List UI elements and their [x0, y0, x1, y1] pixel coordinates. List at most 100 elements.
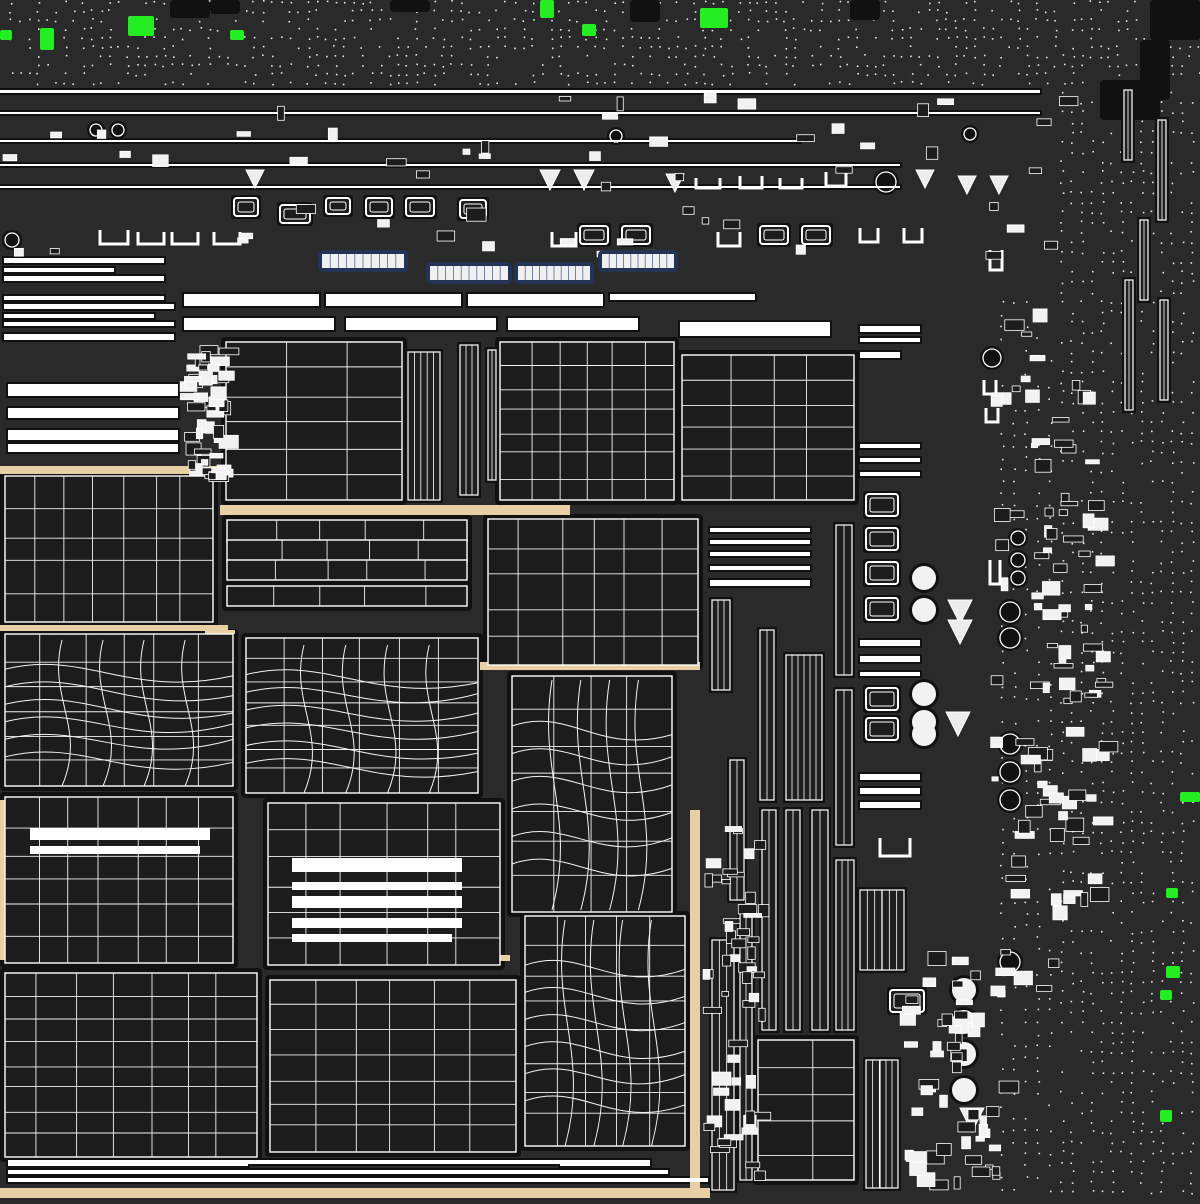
- uv-canvas[interactable]: [0, 0, 1200, 1200]
- uv-small-island[interactable]: [702, 218, 709, 224]
- uv-small-island[interactable]: [1037, 986, 1052, 992]
- uv-small-island[interactable]: [1018, 820, 1030, 833]
- uv-small-island[interactable]: [747, 967, 756, 971]
- uv-island-panel[interactable]: [5, 476, 213, 622]
- uv-strip-island[interactable]: [860, 458, 920, 462]
- uv-vertical-strip[interactable]: [882, 890, 904, 970]
- selected-face[interactable]: [1166, 966, 1180, 978]
- uv-small-island[interactable]: [953, 1062, 962, 1073]
- uv-vertical-strip[interactable]: [712, 600, 730, 690]
- uv-small-island[interactable]: [1032, 593, 1044, 599]
- uv-small-island[interactable]: [910, 1162, 927, 1176]
- uv-small-island[interactable]: [187, 403, 205, 411]
- uv-island-panel[interactable]: [488, 519, 698, 665]
- uv-small-island[interactable]: [296, 204, 315, 213]
- uv-small-island[interactable]: [1030, 355, 1045, 360]
- uv-disk-island[interactable]: [912, 722, 936, 746]
- uv-strip-island[interactable]: [860, 774, 920, 780]
- uv-small-island[interactable]: [947, 1042, 960, 1050]
- uv-small-island[interactable]: [1012, 386, 1020, 392]
- uv-small-island[interactable]: [942, 1014, 953, 1025]
- uv-small-island[interactable]: [996, 968, 1015, 976]
- uv-small-island[interactable]: [1038, 781, 1047, 788]
- uv-small-island[interactable]: [746, 892, 756, 903]
- uv-small-island[interactable]: [1012, 856, 1026, 867]
- uv-small-island[interactable]: [743, 972, 752, 984]
- uv-small-island[interactable]: [328, 128, 337, 140]
- selected-face[interactable]: [40, 28, 54, 50]
- uv-small-island[interactable]: [923, 978, 936, 987]
- uv-small-island[interactable]: [1049, 959, 1059, 968]
- uv-small-island[interactable]: [992, 777, 998, 781]
- uv-strip-island[interactable]: [230, 1160, 560, 1164]
- uv-strip-island[interactable]: [508, 318, 638, 330]
- uv-small-island[interactable]: [290, 157, 307, 164]
- uv-small-island[interactable]: [1085, 693, 1098, 697]
- uv-small-island[interactable]: [1099, 742, 1118, 752]
- uv-frame-island[interactable]: [866, 598, 898, 620]
- uv-strip-island[interactable]: [30, 828, 210, 840]
- uv-small-island[interactable]: [1066, 727, 1084, 736]
- uv-small-island[interactable]: [219, 371, 235, 380]
- uv-small-island[interactable]: [219, 348, 239, 355]
- uv-strip-island[interactable]: [8, 444, 178, 452]
- uv-small-island[interactable]: [416, 171, 429, 178]
- uv-strip-island[interactable]: [292, 882, 462, 890]
- uv-small-island[interactable]: [196, 428, 202, 439]
- uv-strip-island[interactable]: [0, 186, 900, 188]
- uv-small-island[interactable]: [1059, 510, 1067, 516]
- uv-small-island[interactable]: [714, 1088, 729, 1095]
- uv-small-island[interactable]: [675, 173, 683, 180]
- uv-small-island[interactable]: [1093, 817, 1113, 825]
- uv-small-island[interactable]: [1083, 749, 1097, 762]
- uv-small-island[interactable]: [1083, 392, 1095, 404]
- uv-small-island[interactable]: [1070, 691, 1081, 702]
- uv-strip-island[interactable]: [292, 896, 462, 908]
- uv-small-island[interactable]: [938, 99, 954, 105]
- uv-small-island[interactable]: [832, 124, 844, 134]
- selected-face[interactable]: [128, 16, 154, 36]
- uv-vertical-strip[interactable]: [880, 1060, 898, 1188]
- uv-small-island[interactable]: [706, 859, 721, 868]
- selected-face[interactable]: [230, 30, 244, 40]
- uv-small-island[interactable]: [718, 1139, 731, 1146]
- uv-small-island[interactable]: [956, 1000, 972, 1005]
- uv-strip-island[interactable]: [184, 294, 319, 306]
- uv-strip-island[interactable]: [860, 802, 920, 808]
- uv-small-island[interactable]: [952, 981, 962, 987]
- uv-small-island[interactable]: [1085, 604, 1092, 609]
- uv-small-island[interactable]: [1054, 440, 1073, 447]
- uv-small-island[interactable]: [748, 937, 759, 943]
- uv-small-island[interactable]: [732, 1078, 741, 1085]
- uv-strip-island[interactable]: [0, 164, 900, 166]
- uv-small-island[interactable]: [1088, 874, 1102, 884]
- uv-strip-island[interactable]: [4, 276, 164, 281]
- uv-small-island[interactable]: [958, 1122, 975, 1132]
- uv-small-island[interactable]: [1083, 514, 1094, 528]
- uv-island-panel[interactable]: [227, 586, 467, 606]
- uv-strip-island[interactable]: [8, 1170, 668, 1174]
- uv-small-island[interactable]: [746, 1111, 755, 1124]
- uv-small-island[interactable]: [722, 879, 731, 883]
- uv-small-island[interactable]: [954, 1177, 960, 1189]
- uv-small-island[interactable]: [796, 245, 805, 254]
- uv-small-island[interactable]: [921, 1086, 932, 1095]
- selected-face[interactable]: [1160, 1110, 1172, 1122]
- uv-frame-island[interactable]: [866, 718, 898, 740]
- uv-strip-island[interactable]: [468, 294, 603, 306]
- uv-small-island[interactable]: [737, 929, 749, 936]
- uv-small-island[interactable]: [724, 220, 740, 229]
- uv-small-island[interactable]: [1011, 889, 1030, 898]
- uv-small-island[interactable]: [1042, 582, 1059, 596]
- selected-face[interactable]: [540, 0, 554, 18]
- uv-strip-island[interactable]: [292, 934, 452, 942]
- uv-strip-island[interactable]: [326, 294, 461, 306]
- uv-small-island[interactable]: [725, 826, 741, 831]
- uv-island-panel[interactable]: [227, 540, 467, 562]
- uv-strip-island[interactable]: [710, 540, 810, 544]
- uv-small-island[interactable]: [1021, 755, 1040, 764]
- uv-small-island[interactable]: [14, 248, 23, 256]
- uv-small-island[interactable]: [560, 239, 574, 245]
- uv-strip-island[interactable]: [710, 580, 810, 586]
- uv-small-island[interactable]: [1034, 603, 1041, 609]
